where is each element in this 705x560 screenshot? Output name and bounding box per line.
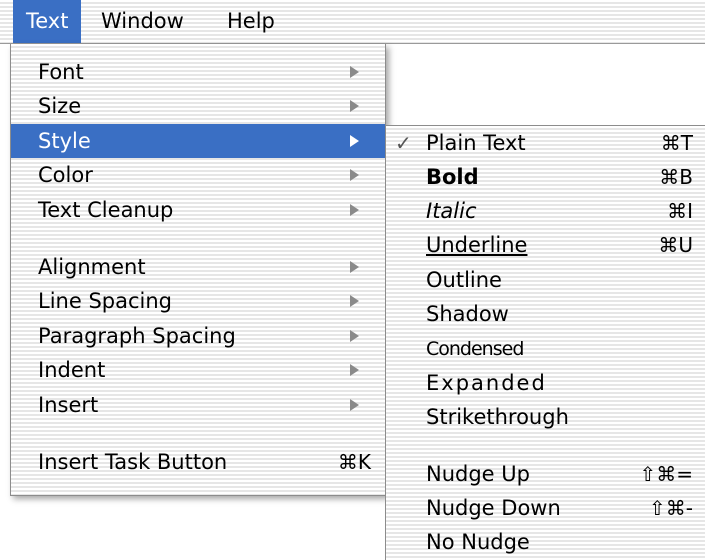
menu-item-label: Outline [426, 268, 502, 292]
submenu-arrow-icon [350, 66, 359, 78]
menu-item-size[interactable]: Size [11, 89, 385, 123]
menu-item-style[interactable]: Style [11, 124, 385, 158]
menu-item-label: Indent [38, 358, 106, 382]
checkmark-icon: ✓ [395, 131, 412, 155]
menu-item-insert[interactable]: Insert [11, 388, 385, 422]
shortcut-label: ⌘T [660, 131, 693, 155]
menu-item-label: Underline [426, 233, 528, 257]
menu-item-underline[interactable]: Underline ⌘U [386, 228, 705, 262]
menu-item-label: Nudge Up [426, 462, 530, 486]
shortcut-label: ⌘U [658, 233, 693, 257]
submenu-arrow-icon [350, 364, 359, 376]
menu-item-alignment[interactable]: Alignment [11, 250, 385, 284]
menu-item-expanded[interactable]: Expanded [386, 366, 705, 400]
menu-item-label: Style [38, 129, 91, 153]
menu-item-label: Plain Text [426, 131, 526, 155]
menu-item-shadow[interactable]: Shadow [386, 297, 705, 331]
menu-item-plain-text[interactable]: ✓ Plain Text ⌘T [386, 126, 705, 160]
menu-item-label: Alignment [38, 255, 146, 279]
menu-item-label: Insert Task Button [38, 450, 228, 474]
menu-item-label: Bold [426, 165, 479, 189]
style-submenu: ✓ Plain Text ⌘T Bold ⌘B Italic ⌘I Underl… [385, 125, 705, 560]
menu-help[interactable]: Help [214, 0, 288, 43]
menu-item-color[interactable]: Color [11, 158, 385, 192]
submenu-arrow-icon [350, 100, 359, 112]
submenu-arrow-icon [350, 135, 359, 147]
shortcut-label: ⌘I [667, 199, 693, 223]
menu-item-nudge-down[interactable]: Nudge Down ⇧⌘- [386, 491, 705, 525]
menu-item-label: Insert [38, 393, 99, 417]
menu-bar: Text Window Help [0, 0, 705, 44]
menu-item-label: Color [38, 163, 93, 187]
menu-item-label: Expanded [426, 371, 547, 395]
menu-item-label: Condensed [426, 338, 524, 360]
menu-item-italic[interactable]: Italic ⌘I [386, 194, 705, 228]
menu-item-line-spacing[interactable]: Line Spacing [11, 284, 385, 318]
menu-item-label: Size [38, 94, 82, 118]
menu-item-label: Paragraph Spacing [38, 324, 236, 348]
menu-item-outline[interactable]: Outline [386, 263, 705, 297]
shortcut-label: ⇧⌘= [639, 462, 693, 486]
menu-item-text-cleanup[interactable]: Text Cleanup [11, 193, 385, 227]
menu-item-label: Nudge Down [426, 496, 561, 520]
menu-item-font[interactable]: Font [11, 55, 385, 89]
menu-item-indent[interactable]: Indent [11, 353, 385, 387]
menu-item-label: Strikethrough [426, 405, 569, 429]
menu-item-label: Line Spacing [38, 289, 172, 313]
menu-text[interactable]: Text [13, 0, 82, 43]
menu-item-nudge-up[interactable]: Nudge Up ⇧⌘= [386, 457, 705, 491]
submenu-arrow-icon [350, 399, 359, 411]
shortcut-label: ⌘B [659, 165, 693, 189]
menu-item-bold[interactable]: Bold ⌘B [386, 160, 705, 194]
menu-item-label: Font [38, 60, 84, 84]
shortcut-label: ⌘K [337, 450, 371, 474]
submenu-arrow-icon [350, 204, 359, 216]
menu-window[interactable]: Window [88, 0, 197, 43]
menu-item-label: Text Cleanup [38, 198, 174, 222]
submenu-arrow-icon [350, 330, 359, 342]
text-menu: Font Size Style Color Text Cleanup Align… [10, 44, 386, 496]
menu-item-label: Italic [426, 199, 477, 223]
submenu-arrow-icon [350, 169, 359, 181]
menu-item-no-nudge[interactable]: No Nudge [386, 525, 705, 559]
menu-item-paragraph-spacing[interactable]: Paragraph Spacing [11, 319, 385, 353]
menu-item-label: No Nudge [426, 530, 530, 554]
submenu-arrow-icon [350, 295, 359, 307]
menu-item-condensed[interactable]: Condensed [386, 332, 705, 366]
menu-item-label: Shadow [426, 302, 509, 326]
submenu-arrow-icon [350, 261, 359, 273]
menu-item-insert-task-button[interactable]: Insert Task Button ⌘K [11, 445, 385, 479]
menu-item-strikethrough[interactable]: Strikethrough [386, 400, 705, 434]
shortcut-label: ⇧⌘- [649, 496, 693, 520]
